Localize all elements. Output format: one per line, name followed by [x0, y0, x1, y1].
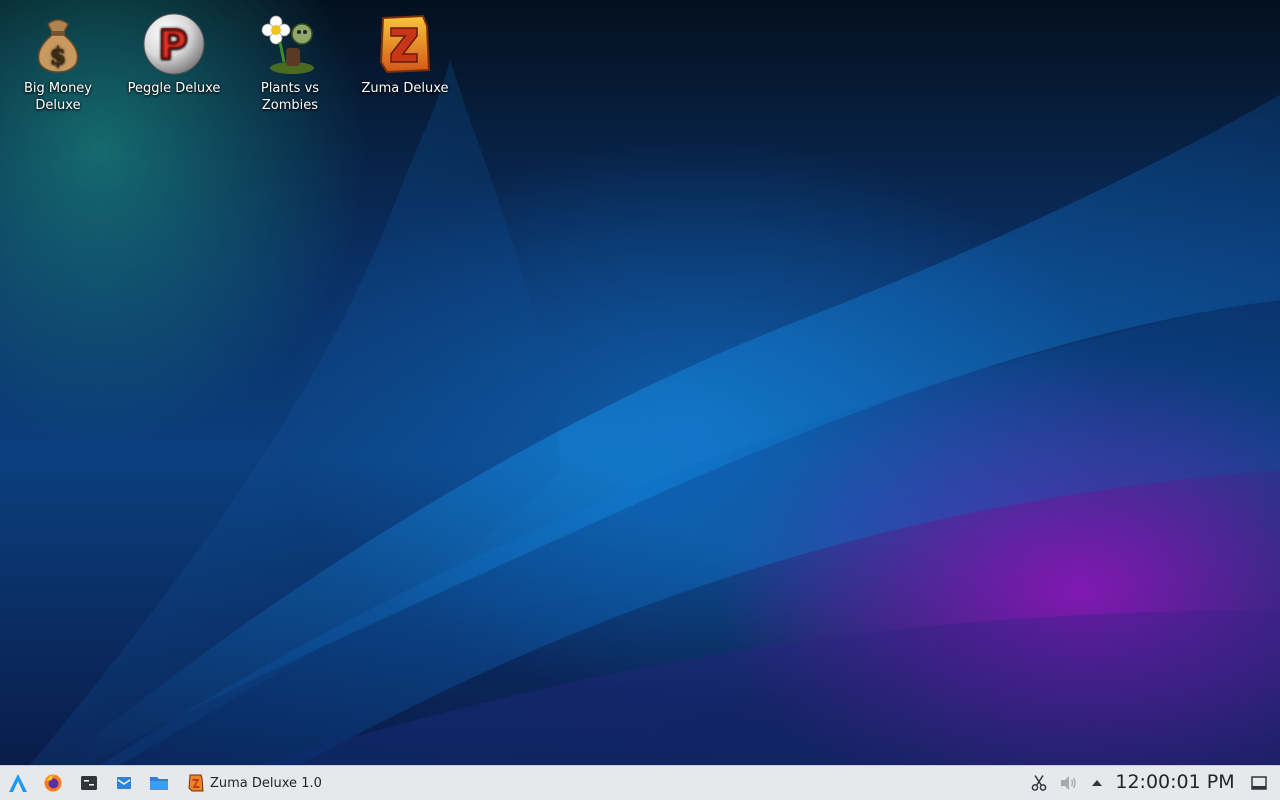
email-client-icon: [117, 777, 131, 789]
terminal-icon: [81, 776, 97, 790]
wallpaper: [30, 60, 1280, 765]
firefox-icon: [44, 774, 62, 792]
volume-tray-button[interactable]: [1055, 770, 1083, 796]
taskbar: Zuma Deluxe 1.0 12:00:01 PM: [0, 765, 1280, 800]
desktop-icon-label: Peggle Deluxe: [127, 81, 221, 96]
desktop-icon-plants-vs-zombies[interactable]: Plants vs Zombies: [235, 6, 345, 114]
zuma-icon: [188, 774, 204, 792]
desktop-icon-big-money-deluxe[interactable]: $ Big Money Deluxe: [3, 6, 113, 114]
desktop-icon-peggle-deluxe[interactable]: P Peggle Deluxe: [119, 6, 229, 97]
application-launcher-button[interactable]: [4, 770, 32, 796]
desktop-icon-label: Zuma Deluxe: [361, 81, 449, 96]
terminal-launcher[interactable]: [75, 770, 103, 796]
plants-vs-zombies-icon: [261, 15, 314, 74]
zuma-icon: [379, 14, 431, 74]
firefox-launcher[interactable]: [39, 770, 67, 796]
svg-text:P: P: [158, 22, 187, 68]
file-manager-launcher[interactable]: [145, 770, 173, 796]
expand-tray-icon: [1092, 780, 1102, 786]
desktop-icon-label: Plants vs: [260, 81, 320, 96]
desktop-icon-label: Big Money: [23, 81, 92, 96]
email-client-launcher[interactable]: [110, 770, 138, 796]
volume-icon: [1061, 776, 1076, 790]
money-bag-icon: $: [37, 19, 79, 73]
task-label: Zuma Deluxe 1.0: [210, 775, 322, 791]
digital-clock[interactable]: 12:00:01 PM: [1110, 766, 1240, 799]
desktop-icon-zuma-deluxe[interactable]: Zuma Deluxe: [350, 6, 460, 97]
show-desktop-button[interactable]: [1245, 770, 1273, 796]
expand-tray-button[interactable]: [1083, 770, 1111, 796]
desktop-icon-label: Zombies: [261, 98, 319, 113]
peggle-icon: P: [143, 13, 205, 75]
task-zuma-deluxe[interactable]: Zuma Deluxe 1.0: [180, 769, 330, 797]
desktop-icon-label: Deluxe: [35, 98, 81, 113]
svg-text:$: $: [50, 41, 67, 70]
scissors-icon: [1031, 775, 1047, 791]
show-desktop-icon: [1251, 776, 1267, 790]
application-launcher-icon: [9, 774, 27, 792]
file-manager-icon: [150, 777, 168, 790]
clipboard-tray-button[interactable]: [1025, 770, 1053, 796]
desktop[interactable]: $ Big Money Deluxe P Peggle Deluxe Plant…: [0, 0, 1280, 765]
